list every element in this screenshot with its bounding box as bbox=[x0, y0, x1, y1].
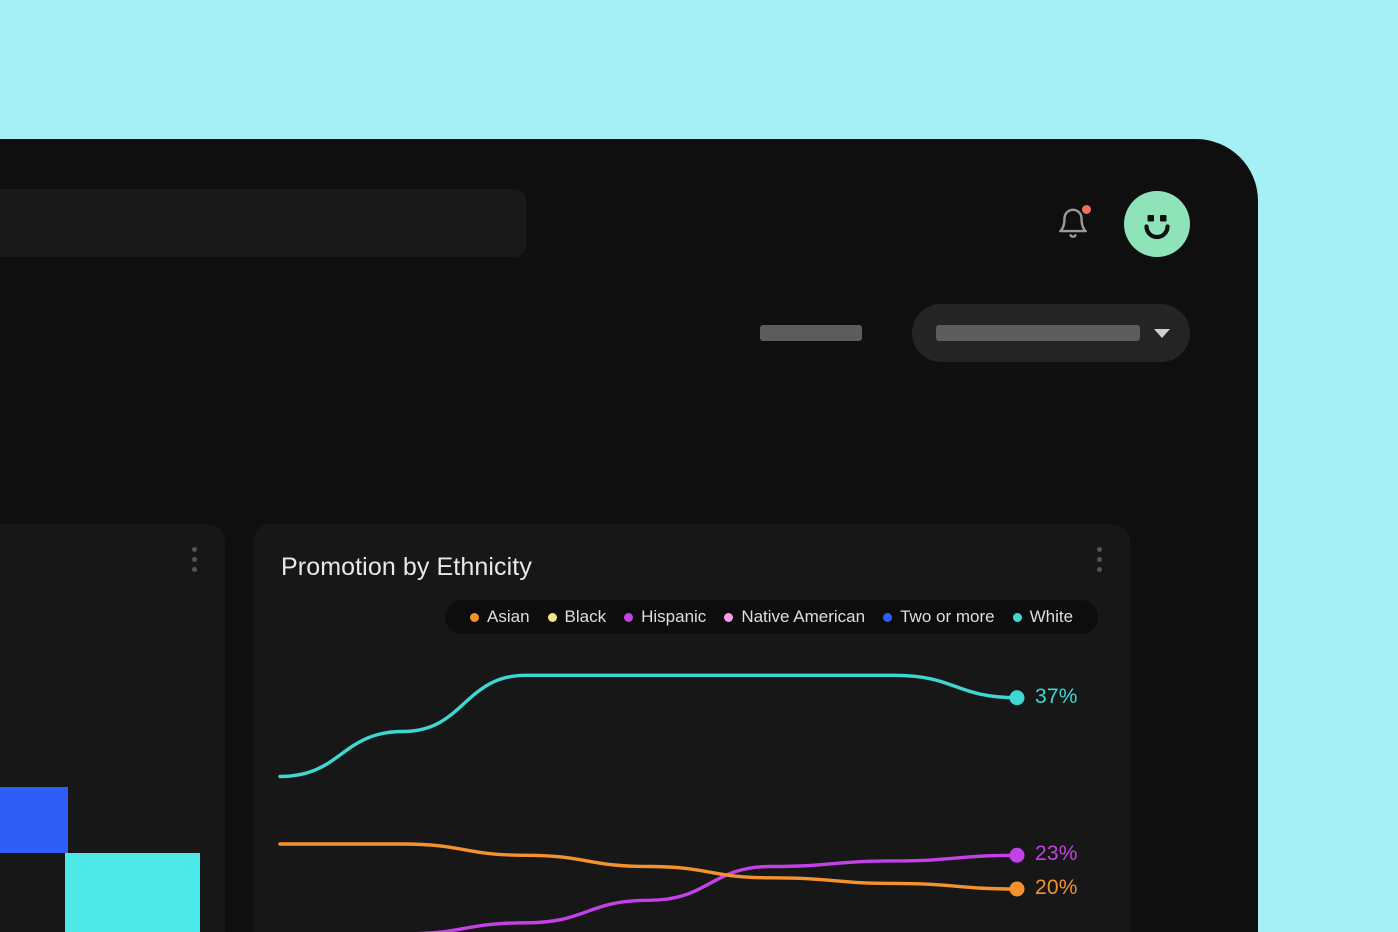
select-value-redacted bbox=[936, 325, 1140, 341]
legend-item-asian[interactable]: Asian bbox=[461, 607, 539, 627]
notifications-button[interactable] bbox=[1056, 205, 1091, 242]
dot bbox=[1096, 556, 1102, 562]
end-label-asian: 20% bbox=[1035, 876, 1078, 899]
legend-dot-icon bbox=[883, 612, 893, 622]
legend-label: Two or more bbox=[900, 607, 995, 626]
filter-bar bbox=[760, 304, 1190, 362]
legend-dot-icon bbox=[1012, 612, 1022, 622]
topbar-actions bbox=[1056, 191, 1190, 257]
ethnicity-select[interactable] bbox=[912, 304, 1190, 362]
card-promotion-gap: can Two or more White 12% -12% bbox=[0, 524, 225, 932]
endpoint-dot-asian bbox=[1009, 881, 1025, 897]
promotion-gap-bar-chart: 12% -12% bbox=[0, 684, 225, 932]
screenshot-stage: can Two or more White 12% -12% Prom bbox=[0, 0, 1398, 932]
legend-label: White bbox=[1029, 607, 1074, 626]
legend-item-hispanic[interactable]: Hispanic bbox=[615, 607, 715, 627]
main-card-legend: Asian Black Hispanic Native American Two… bbox=[445, 600, 1099, 634]
smiley-avatar-icon bbox=[1144, 215, 1170, 240]
app-window: can Two or more White 12% -12% Prom bbox=[0, 139, 1258, 932]
line-series-white bbox=[278, 673, 1019, 779]
legend-dot-icon bbox=[470, 612, 479, 622]
left-card-more-menu[interactable] bbox=[181, 542, 207, 576]
legend-label: Black bbox=[564, 607, 607, 626]
promotion-by-ethnicity-line-chart: 37%23%20%10%8%2% bbox=[253, 644, 1130, 932]
legend-dot-icon bbox=[724, 612, 734, 622]
legend-item-white[interactable]: White bbox=[1004, 607, 1082, 627]
dot bbox=[191, 556, 197, 562]
bar-two-or-more bbox=[0, 787, 68, 853]
legend-item-native-american[interactable]: Native American bbox=[715, 607, 874, 627]
bar-white bbox=[65, 853, 200, 932]
endpoint-dot-hispanic bbox=[1009, 847, 1025, 863]
avatar[interactable] bbox=[1124, 191, 1190, 257]
chevron-down-icon bbox=[1154, 328, 1170, 338]
top-bar bbox=[0, 139, 1258, 289]
end-label-white: 37% bbox=[1035, 684, 1078, 708]
dot bbox=[1096, 566, 1102, 572]
filter-label-redacted[interactable] bbox=[760, 325, 862, 341]
end-label-hispanic: 23% bbox=[1035, 842, 1078, 866]
legend-label: Native American bbox=[741, 607, 866, 626]
legend-item-two-or-more[interactable]: Two or more bbox=[874, 607, 1003, 627]
dot bbox=[1096, 546, 1102, 552]
page-title: Promotion by Ethnicity bbox=[281, 553, 532, 581]
card-promotion-by-ethnicity: Promotion by Ethnicity Asian Black Hispa… bbox=[253, 524, 1130, 932]
endpoint-dot-white bbox=[1009, 690, 1025, 706]
line-series-asian bbox=[278, 842, 1019, 891]
legend-label: Asian bbox=[487, 607, 530, 626]
legend-dot-icon bbox=[624, 612, 634, 622]
search-input[interactable] bbox=[0, 189, 526, 257]
main-card-more-menu[interactable] bbox=[1086, 542, 1112, 576]
line-chart-svg bbox=[278, 673, 1025, 932]
dot bbox=[191, 546, 197, 552]
dot bbox=[191, 566, 197, 572]
notification-badge-dot bbox=[1082, 205, 1091, 214]
legend-label: Hispanic bbox=[641, 607, 707, 626]
legend-dot-icon bbox=[547, 612, 557, 622]
legend-item-black[interactable]: Black bbox=[539, 607, 616, 627]
